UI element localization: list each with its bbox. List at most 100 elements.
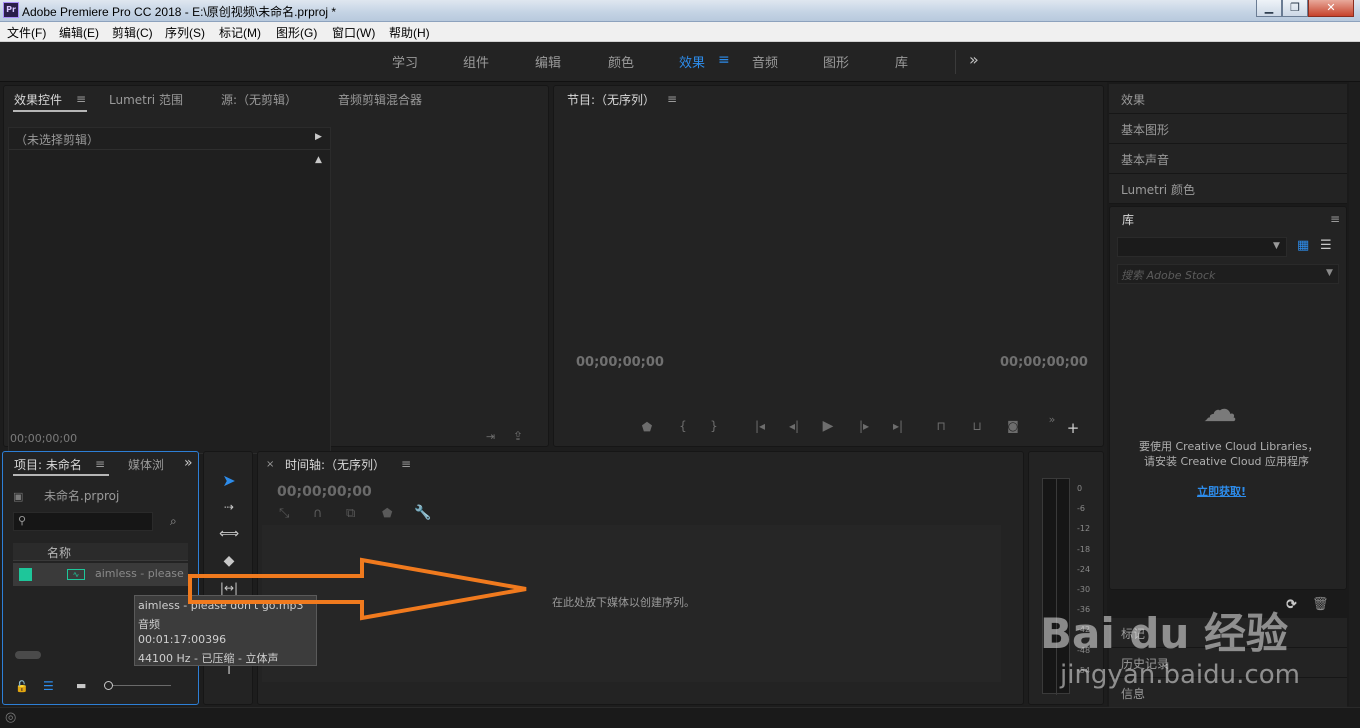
maximize-button[interactable]: ❐ bbox=[1282, 0, 1308, 17]
menu-edit[interactable]: 编辑(E) bbox=[59, 24, 99, 41]
menu-file[interactable]: 文件(F) bbox=[7, 24, 46, 41]
track-select-tool-icon[interactable]: ⇢ bbox=[216, 496, 242, 518]
clip-name: aimless - please d bbox=[95, 567, 187, 580]
go-to-out-icon[interactable]: ▸| bbox=[889, 419, 907, 433]
new-search-bin-icon[interactable]: ⌕ bbox=[170, 514, 177, 529]
workspace-audio[interactable]: 音频 bbox=[752, 52, 778, 71]
stock-search-placeholder: 搜索 Adobe Stock bbox=[1121, 269, 1216, 282]
play-icon[interactable]: ▶ bbox=[819, 418, 837, 434]
library-select[interactable]: ▼ bbox=[1117, 237, 1287, 257]
tab-effect-controls[interactable]: 效果控件 bbox=[14, 91, 62, 108]
timeline-title[interactable]: 时间轴:（无序列） bbox=[285, 456, 385, 473]
program-duration-timecode: 00;00;00;00 bbox=[1000, 355, 1088, 370]
clip-color-label[interactable] bbox=[19, 568, 32, 581]
workspace-editing[interactable]: 编辑 bbox=[535, 52, 561, 71]
mark-in-icon[interactable]: { bbox=[674, 419, 692, 433]
chevron-down-icon: ▼ bbox=[1273, 241, 1280, 251]
close-button[interactable]: ✕ bbox=[1308, 0, 1354, 17]
column-header[interactable]: 名称 bbox=[13, 543, 188, 561]
menu-clip[interactable]: 剪辑(C) bbox=[112, 24, 153, 41]
tab-project[interactable]: 项目: 未命名 bbox=[14, 456, 82, 473]
stock-search-input[interactable]: 搜索 Adobe Stock ▼ bbox=[1117, 264, 1339, 284]
tab-audio-clip-mixer[interactable]: 音频剪辑混合器 bbox=[338, 91, 422, 108]
libraries-menu-icon[interactable]: ≡ bbox=[1330, 212, 1340, 226]
panel-essential-graphics[interactable]: 基本图形 bbox=[1109, 114, 1347, 144]
filter-icon[interactable]: ⇥ bbox=[486, 430, 495, 443]
go-to-in-icon[interactable]: |◂ bbox=[751, 419, 769, 433]
export-icon[interactable]: ⇪ bbox=[513, 429, 523, 443]
background-tasks-icon[interactable]: ◎ bbox=[5, 710, 16, 725]
ripple-edit-tool-icon[interactable]: ⟺ bbox=[216, 523, 242, 545]
more-tabs-icon[interactable]: » bbox=[184, 455, 193, 471]
export-frame-icon[interactable]: ◙ bbox=[1004, 419, 1022, 433]
search-icon: ⚲ bbox=[18, 514, 27, 527]
menu-window[interactable]: 窗口(W) bbox=[332, 24, 375, 41]
zoom-slider-track[interactable] bbox=[105, 685, 171, 686]
panel-menu-icon[interactable]: ≡ bbox=[76, 92, 86, 106]
list-view-icon[interactable]: ☰ bbox=[43, 679, 54, 693]
button-editor-icon[interactable]: + bbox=[1064, 419, 1082, 437]
program-playhead-timecode[interactable]: 00;00;00;00 bbox=[576, 355, 664, 370]
workspace-graphics[interactable]: 图形 bbox=[823, 52, 849, 71]
audio-clip-icon: ∿ bbox=[67, 569, 85, 580]
workspace-color[interactable]: 颜色 bbox=[608, 52, 634, 71]
step-back-icon[interactable]: ◂| bbox=[785, 419, 803, 433]
timeline-menu-icon[interactable]: ≡ bbox=[401, 457, 411, 471]
close-tab-icon[interactable]: × bbox=[266, 459, 274, 470]
workspace-libraries[interactable]: 库 bbox=[895, 52, 908, 71]
workspace-overflow-icon[interactable]: » bbox=[969, 50, 979, 69]
tooltip-type: 音频 bbox=[138, 618, 160, 631]
snap-icon[interactable]: ∩ bbox=[313, 506, 323, 521]
effect-controls-list: （未选择剪辑） ▶ ▲ bbox=[8, 127, 331, 454]
list-view-icon[interactable]: ☰ bbox=[1320, 238, 1332, 253]
extract-icon[interactable]: ⊔ bbox=[968, 419, 986, 433]
libraries-panel: 库 ≡ ▼ ▦ ☰ 搜索 Adobe Stock ▼ ☁ 要使用 Creativ… bbox=[1109, 206, 1347, 613]
meter-label: -24 bbox=[1077, 565, 1091, 574]
selection-tool-icon[interactable]: ➤ bbox=[216, 470, 242, 492]
libraries-title[interactable]: 库 bbox=[1122, 211, 1134, 228]
zoom-slider-handle[interactable] bbox=[104, 681, 113, 690]
panel-lumetri-color[interactable]: Lumetri 颜色 bbox=[1109, 174, 1347, 204]
project-menu-icon[interactable]: ≡ bbox=[95, 457, 105, 471]
menu-marker[interactable]: 标记(M) bbox=[219, 24, 261, 41]
search-dropdown-icon[interactable]: ▼ bbox=[1326, 268, 1333, 278]
lock-icon[interactable]: 🔓 bbox=[15, 680, 29, 693]
menu-help[interactable]: 帮助(H) bbox=[389, 24, 430, 41]
linked-selection-icon[interactable]: ⧉ bbox=[346, 506, 355, 521]
tab-source[interactable]: 源:（无剪辑） bbox=[221, 91, 297, 108]
horizontal-scrollbar[interactable] bbox=[15, 651, 41, 659]
workspace-effects[interactable]: 效果 bbox=[679, 52, 705, 71]
tab-media-browser[interactable]: 媒体浏 bbox=[128, 456, 164, 473]
panel-effects[interactable]: 效果 bbox=[1109, 84, 1347, 114]
panel-essential-sound[interactable]: 基本声音 bbox=[1109, 144, 1347, 174]
program-menu-icon[interactable]: ≡ bbox=[667, 92, 677, 106]
workspace-learn[interactable]: 学习 bbox=[392, 52, 418, 71]
more-buttons-icon[interactable]: » bbox=[1043, 413, 1061, 426]
cc-message-line2: 请安装 Creative Cloud 应用程序 bbox=[1144, 455, 1310, 468]
tooltip-duration: 00:01:17:00396 bbox=[138, 633, 227, 646]
tab-lumetri-scopes[interactable]: Lumetri 范围 bbox=[109, 91, 183, 108]
program-monitor-title[interactable]: 节目:（无序列） bbox=[567, 91, 655, 108]
icon-view-icon[interactable]: ▬ bbox=[76, 679, 86, 692]
collapse-up-icon[interactable]: ▲ bbox=[315, 155, 322, 165]
get-cc-link[interactable]: 立即获取! bbox=[1197, 483, 1246, 499]
lift-icon[interactable]: ⊓ bbox=[932, 419, 950, 433]
add-marker-icon[interactable]: ⬟ bbox=[638, 420, 656, 434]
mark-out-icon[interactable]: } bbox=[705, 419, 723, 433]
expand-right-icon[interactable]: ▶ bbox=[315, 132, 322, 142]
project-search-input[interactable]: ⚲ bbox=[13, 512, 153, 531]
step-forward-icon[interactable]: |▸ bbox=[855, 419, 873, 433]
menu-sequence[interactable]: 序列(S) bbox=[165, 24, 205, 41]
workspace-assembly[interactable]: 组件 bbox=[463, 52, 489, 71]
timeline-timecode[interactable]: 00;00;00;00 bbox=[277, 484, 372, 500]
effect-controls-panel: 效果控件 ≡ Lumetri 范围 源:（无剪辑） 音频剪辑混合器 （未选择剪辑… bbox=[3, 85, 549, 454]
premiere-logo-icon: Pr bbox=[3, 2, 19, 18]
timeline-marker-icon[interactable]: ⬟ bbox=[382, 506, 392, 520]
grid-view-icon[interactable]: ▦ bbox=[1297, 238, 1309, 253]
wrench-icon[interactable]: 🔧 bbox=[414, 505, 431, 521]
list-item[interactable]: ∿ aimless - please d bbox=[13, 563, 188, 586]
menu-graphics[interactable]: 图形(G) bbox=[276, 24, 317, 41]
nest-icon[interactable]: ⤡ bbox=[279, 506, 289, 521]
workspace-menu-icon[interactable]: ≡ bbox=[718, 52, 730, 68]
minimize-button[interactable]: ▁ bbox=[1256, 0, 1282, 17]
